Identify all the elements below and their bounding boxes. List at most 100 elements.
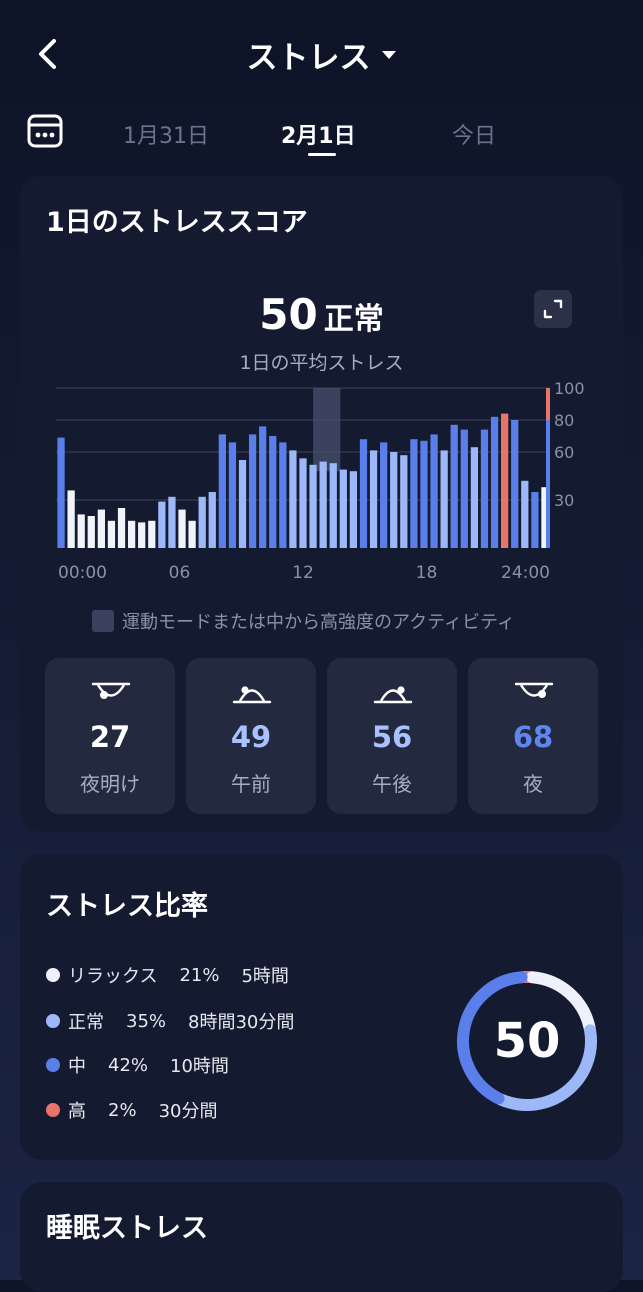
chart-bar (461, 430, 468, 548)
chart-bar (188, 521, 195, 548)
period-label: 午前 (186, 768, 316, 797)
period-label: 午後 (327, 768, 457, 797)
ratio-item-medium: 中 42% 10時間 (46, 1052, 229, 1078)
chart-bar (219, 434, 226, 548)
ratio-name: リラックス (68, 962, 157, 988)
chart-legend: 運動モードまたは中から高強度のアクティビティ (92, 608, 515, 634)
chart-bar (88, 516, 95, 548)
chart-bar (451, 425, 458, 548)
exercise-highlight (313, 388, 340, 471)
ratio-dot (46, 1058, 60, 1072)
x-tick-label: 24:00 (501, 563, 550, 582)
ratio-name: 高 (68, 1097, 86, 1123)
chart-bar (491, 417, 498, 548)
ratio-percent: 35% (126, 1011, 166, 1032)
stress-ratio-donut: 50 (450, 964, 604, 1118)
current-marker-high (546, 388, 550, 420)
ratio-dot (46, 1014, 60, 1028)
date-tab-indicator (308, 153, 336, 156)
chart-bar (410, 439, 417, 548)
chart-bar (108, 521, 115, 548)
chart-bar (299, 458, 306, 548)
ratio-item-normal: 正常 35% 8時間30分間 (46, 1008, 294, 1034)
sleep-stress-title: 睡眠ストレス (46, 1206, 208, 1245)
ratio-duration: 10時間 (170, 1052, 229, 1078)
date-tab-current[interactable]: 2月1日 (281, 118, 356, 150)
chart-bar (178, 510, 185, 548)
period-value: 49 (186, 720, 316, 754)
ratio-percent: 21% (179, 965, 219, 986)
chart-bar (481, 430, 488, 548)
ratio-name: 中 (68, 1052, 86, 1078)
ratio-dot (46, 968, 60, 982)
period-dawn[interactable]: 27 夜明け (45, 658, 175, 814)
x-tick-label: 12 (292, 563, 314, 582)
legend-text: 運動モードまたは中から高強度のアクティビティ (122, 608, 515, 634)
chart-bar (128, 521, 135, 548)
ratio-dot (46, 1103, 60, 1117)
date-tab-prev[interactable]: 1月31日 (123, 118, 209, 150)
period-afternoon[interactable]: 56 午後 (327, 658, 457, 814)
chart-bar (249, 434, 256, 548)
period-value: 27 (45, 720, 175, 754)
chart-bar (521, 481, 528, 548)
score-label: 正常 (324, 294, 384, 338)
ratio-percent: 42% (108, 1055, 148, 1076)
x-tick-label: 00:00 (58, 563, 107, 582)
sunrise-icon (232, 680, 272, 706)
expand-icon (543, 299, 563, 319)
chart-bar (360, 439, 367, 548)
ratio-percent: 2% (108, 1100, 137, 1121)
period-night[interactable]: 68 夜 (468, 658, 598, 814)
stress-ratio-title: ストレス比率 (46, 884, 208, 923)
stress-bar-chart[interactable]: 10080603000:0006121824:00 (56, 382, 586, 582)
chart-bar (67, 490, 74, 548)
calendar-icon (26, 112, 64, 150)
chart-bar (420, 441, 427, 548)
page-title: ストレス (247, 32, 371, 77)
sunset-icon (373, 680, 413, 706)
chart-bar (511, 420, 518, 548)
current-marker (546, 420, 550, 548)
title-dropdown[interactable]: ストレス (0, 32, 643, 77)
chart-bar (199, 497, 206, 548)
ratio-duration: 5時間 (241, 962, 288, 988)
chart-bar (138, 522, 145, 548)
score-value: 50 (259, 290, 317, 339)
chart-bar (78, 514, 85, 548)
chart-bar (330, 463, 337, 548)
chart-bar (400, 455, 407, 548)
chart-bar (57, 438, 64, 548)
chart-bar (531, 492, 538, 548)
period-label: 夜明け (45, 768, 175, 797)
calendar-button[interactable] (26, 112, 64, 150)
chart-bar (209, 492, 216, 548)
period-morning[interactable]: 49 午前 (186, 658, 316, 814)
chart-bar (430, 434, 437, 548)
chart-bar (370, 450, 377, 548)
ratio-duration: 8時間30分間 (188, 1008, 294, 1034)
night-moon-icon (514, 680, 554, 706)
expand-button[interactable] (534, 290, 572, 328)
chart-bar (269, 436, 276, 548)
x-tick-label: 18 (416, 563, 438, 582)
chart-bar (279, 442, 286, 548)
chart-bar (158, 502, 165, 548)
period-value: 68 (468, 720, 598, 754)
chart-bar (390, 452, 397, 548)
chart-bar (289, 450, 296, 548)
chart-bar (501, 414, 508, 548)
date-tab-today[interactable]: 今日 (452, 118, 496, 150)
period-label: 夜 (468, 768, 598, 797)
chart-bar (380, 442, 387, 548)
ratio-duration: 30分間 (159, 1097, 218, 1123)
ratio-item-relax: リラックス 21% 5時間 (46, 962, 289, 988)
chart-bar (168, 497, 175, 548)
chart-bar (350, 471, 357, 548)
y-tick-label: 80 (554, 411, 574, 430)
chart-bar (148, 521, 155, 548)
donut-center-value: 50 (494, 1013, 561, 1069)
chart-bar (229, 442, 236, 548)
chart-bar (239, 460, 246, 548)
chart-bar (309, 465, 316, 548)
